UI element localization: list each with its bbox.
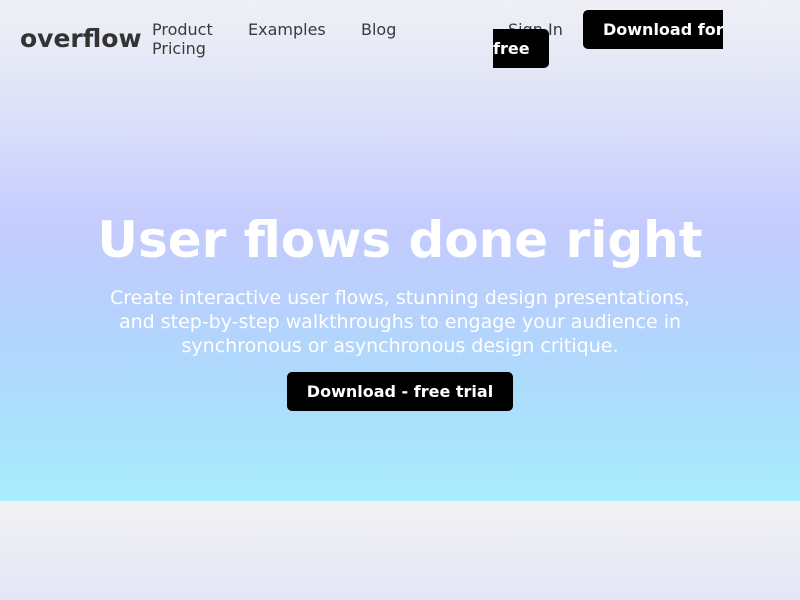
nav-item-pricing[interactable]: Pricing — [152, 39, 206, 58]
nav-item-blog[interactable]: Blog — [361, 20, 396, 39]
hero-subcopy: Create interactive user flows, stunning … — [110, 287, 690, 357]
hero-section: overflow Product Examples Blog Pricing S… — [0, 0, 800, 501]
download-free-button-label: Download for — [603, 20, 723, 39]
logo[interactable]: overflow — [20, 22, 142, 55]
download-free-button-label-line2: free — [493, 39, 530, 58]
download-free-button[interactable]: Download for — [583, 10, 723, 49]
download-free-trial-button[interactable]: Download - free trial — [287, 372, 513, 411]
nav-item-examples[interactable]: Examples — [248, 20, 326, 39]
download-free-button-overflow[interactable]: free — [493, 29, 549, 68]
below-fold-section — [0, 501, 800, 600]
hero-headline: User flows done right — [97, 211, 703, 269]
nav-item-product[interactable]: Product — [152, 20, 213, 39]
